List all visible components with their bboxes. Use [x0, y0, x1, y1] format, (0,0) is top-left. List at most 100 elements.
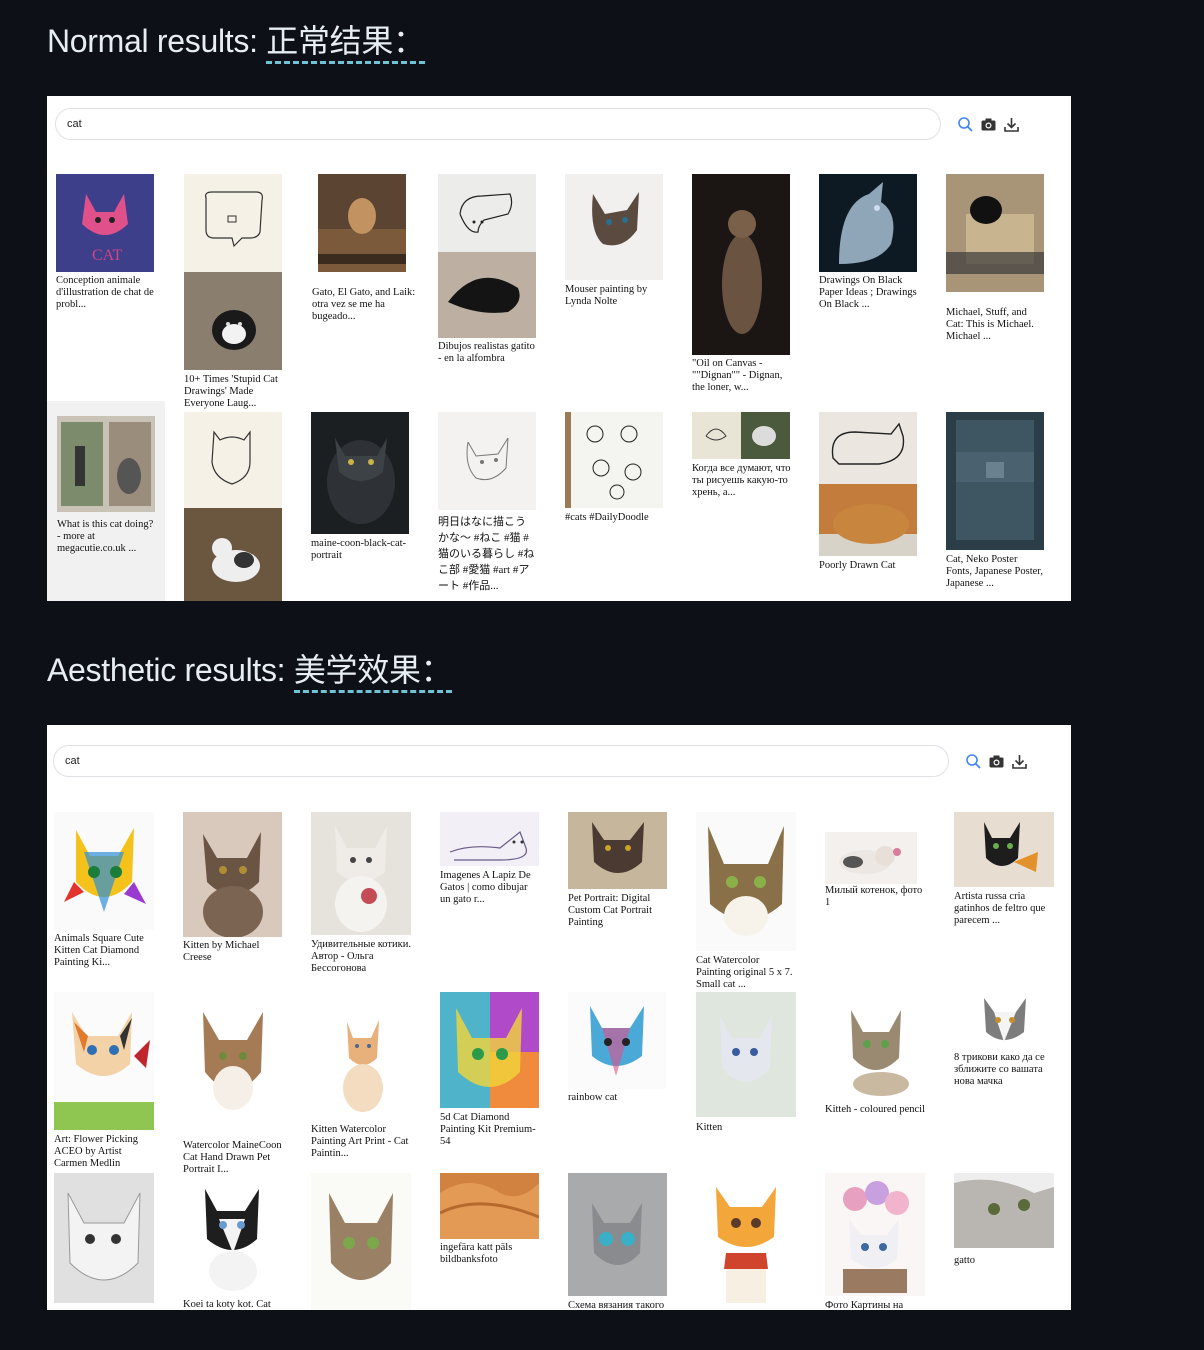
aesthetic-results-heading: Aesthetic results: 美学效果： — [47, 650, 453, 693]
result-caption: Схема вязания такого — [568, 1300, 665, 1310]
result-image[interactable] — [946, 174, 1044, 292]
result-image[interactable] — [440, 812, 539, 866]
result-caption: Watercolor MaineCoon Cat Hand Drawn Pet … — [183, 1140, 282, 1175]
result-image[interactable] — [696, 992, 796, 1117]
result-image[interactable] — [954, 1173, 1054, 1248]
result-caption: Cat, Neko Poster Fonts, Japanese Poster,… — [946, 554, 1043, 589]
normal-results-title-en: Normal results: — [47, 23, 267, 59]
search-icon[interactable] — [965, 753, 982, 770]
result-caption: Когда все думают, что ты рисуешь какую-т… — [692, 463, 791, 498]
result-image[interactable] — [946, 412, 1044, 550]
result-caption: #cats #DailyDoodle — [565, 512, 649, 523]
result-caption: Drawings On Black Paper Ideas ; Drawings… — [819, 275, 917, 310]
result-image[interactable] — [184, 412, 282, 508]
result-image[interactable] — [311, 992, 411, 1122]
result-image[interactable] — [184, 174, 282, 272]
result-image[interactable] — [438, 412, 536, 510]
result-caption: gatto — [954, 1255, 975, 1266]
result-caption: Animals Square Cute Kitten Cat Diamond P… — [54, 933, 144, 968]
camera-icon[interactable] — [980, 116, 997, 133]
result-caption: Art: Flower Picking ACEO by Artist Carme… — [54, 1134, 138, 1169]
result-image[interactable] — [54, 812, 154, 930]
result-image[interactable] — [565, 412, 663, 508]
result-image[interactable] — [183, 992, 282, 1137]
result-caption: 5d Cat Diamond Painting Kit Premium-54 — [440, 1112, 536, 1147]
result-image[interactable] — [819, 174, 917, 272]
result-caption: Удивительные котики. Автор - Ольга Бессо… — [311, 939, 411, 974]
result-caption: Kitten — [696, 1122, 723, 1133]
result-image[interactable] — [311, 812, 411, 935]
search-tools — [965, 753, 1028, 770]
result-caption: Kitten Watercolor Painting Art Print - C… — [311, 1124, 409, 1159]
result-caption: Conception animale d'illustration de cha… — [56, 275, 154, 310]
result-caption: Cat Watercolor Painting original 5 x 7. … — [696, 955, 793, 990]
result-image[interactable] — [184, 508, 282, 601]
result-caption: Фото Картины на — [825, 1300, 904, 1310]
result-image[interactable] — [954, 992, 1054, 1048]
result-caption: 10+ Times 'Stupid Cat Drawings' Made Eve… — [184, 374, 278, 409]
result-caption: Kitten by Michael Creese — [183, 940, 260, 963]
result-caption: maine-coon-black-cat-portrait — [311, 538, 407, 561]
result-caption: Милый котенок, фото 1 — [825, 885, 923, 908]
result-image[interactable] — [825, 832, 917, 884]
result-image[interactable] — [565, 174, 663, 280]
result-caption: Mouser painting by Lynda Nolte — [565, 284, 648, 307]
normal-results-title-zh: 正常结果： — [266, 23, 425, 64]
result-caption: Gato, El Gato, and Laik: otra vez se me … — [312, 287, 416, 322]
normal-results-heading: Normal results: 正常结果： — [47, 21, 425, 64]
result-image[interactable] — [57, 416, 155, 512]
result-image[interactable] — [825, 1173, 925, 1296]
result-caption: rainbow cat — [568, 1092, 618, 1103]
camera-icon[interactable] — [988, 753, 1005, 770]
result-caption: ingefära katt päls bildbanksfoto — [440, 1242, 513, 1265]
result-image[interactable] — [311, 1173, 411, 1310]
result-caption: Pet Portrait: Digital Custom Cat Portrai… — [568, 893, 652, 928]
search-icon[interactable] — [957, 116, 974, 133]
result-image[interactable] — [696, 812, 796, 951]
result-image[interactable] — [825, 992, 925, 1102]
download-icon[interactable] — [1011, 753, 1028, 770]
aesthetic-results-screenshot: cat Animals Square Cute Kitten Cat Diamo… — [47, 725, 1071, 1310]
result-image[interactable] — [54, 992, 154, 1130]
result-caption: Artista russa cria gatinhos de feltro qu… — [954, 891, 1046, 926]
result-image[interactable] — [440, 1173, 539, 1239]
result-image[interactable] — [696, 1173, 796, 1310]
result-image[interactable] — [954, 812, 1054, 887]
result-image[interactable] — [54, 1173, 154, 1303]
result-image[interactable] — [438, 252, 536, 338]
result-caption: Imagenes A Lapiz De Gatos | como dibujar… — [440, 870, 531, 905]
aesthetic-results-title-en: Aesthetic results: — [47, 652, 294, 688]
result-caption: Koei ta koty kot. Cat — [183, 1299, 271, 1310]
result-caption: 8 трикови како да се зближите со вашата … — [954, 1052, 1045, 1087]
result-caption: "Oil on Canvas - ""Dignan"" - Dignan, th… — [692, 358, 783, 393]
result-image[interactable] — [568, 1173, 667, 1296]
result-caption: What is this cat doing? - more at megacu… — [57, 519, 154, 554]
result-caption: Michael, Stuff, and Cat: This is Michael… — [946, 307, 1034, 342]
result-caption: 明日はなに描こうかな〜 #ねこ #猫 #猫のいる暮らし #ねこ部 #愛猫 #ar… — [438, 516, 535, 592]
result-image[interactable] — [692, 174, 790, 355]
result-image[interactable] — [819, 484, 917, 556]
search-tools — [957, 116, 1020, 133]
search-input[interactable]: cat — [55, 108, 941, 140]
result-image[interactable] — [692, 412, 790, 459]
result-image[interactable] — [438, 174, 536, 252]
result-image[interactable] — [568, 812, 667, 889]
result-image[interactable] — [819, 412, 917, 484]
search-input[interactable]: cat — [53, 745, 949, 777]
result-image[interactable] — [184, 272, 282, 370]
normal-results-screenshot: cat CAT Conception animale d'illustratio… — [47, 96, 1071, 601]
result-caption: Poorly Drawn Cat — [819, 560, 896, 571]
result-image[interactable] — [318, 174, 406, 272]
result-caption: Dibujos realistas gatito - en la alfombr… — [438, 341, 535, 364]
result-image[interactable] — [311, 412, 409, 534]
result-image[interactable] — [183, 1173, 282, 1297]
result-image[interactable] — [568, 992, 666, 1089]
download-icon[interactable] — [1003, 116, 1020, 133]
result-tile[interactable]: What is this cat doing? - more at megacu… — [47, 401, 165, 601]
result-image[interactable] — [440, 992, 539, 1108]
result-image[interactable]: CAT — [56, 174, 154, 272]
result-image[interactable] — [183, 812, 282, 937]
aesthetic-results-title-zh: 美学效果： — [293, 652, 453, 693]
svg-text:CAT: CAT — [92, 247, 122, 264]
result-caption: Kitteh - coloured pencil — [825, 1104, 926, 1115]
